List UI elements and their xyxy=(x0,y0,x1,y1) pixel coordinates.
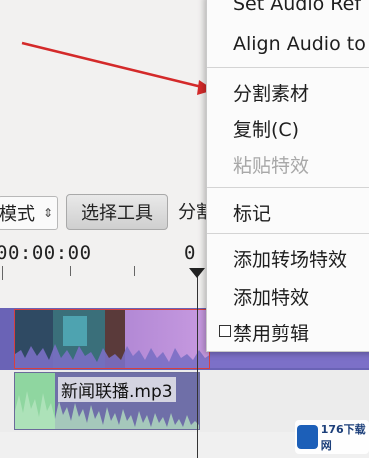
playhead-marker[interactable] xyxy=(189,268,205,278)
menu-separator xyxy=(207,187,369,188)
ruler-tick xyxy=(134,266,135,276)
menu-item-set-audio-ref[interactable]: Set Audio Ref xyxy=(233,0,361,15)
mode-select-value: 模式 xyxy=(0,204,35,225)
ruler-timecode-start: 00:00:00 xyxy=(0,242,92,264)
menu-separator xyxy=(207,233,369,234)
context-menu: Set Audio Ref Align Audio to 分割素材 复制(C) … xyxy=(206,0,369,352)
watermark-logo-icon xyxy=(297,425,318,449)
chevron-updown-icon: ⇕ xyxy=(42,206,53,220)
menu-item-add-effect[interactable]: 添加特效 xyxy=(233,283,309,310)
menu-separator xyxy=(207,67,369,68)
menu-item-disable-edit[interactable]: 禁用剪辑 xyxy=(233,319,309,346)
watermark: 176下载网 xyxy=(295,420,369,454)
select-tool-button[interactable]: 选择工具 xyxy=(66,194,168,230)
ruler-tick xyxy=(2,266,3,280)
ruler-timecode-next: 0 xyxy=(184,242,196,264)
audio-clip-label: 新闻联播.mp3 xyxy=(58,377,176,402)
watermark-text: 176下载网 xyxy=(320,423,366,452)
mode-select[interactable]: 模式 ⇕ xyxy=(0,196,58,230)
video-clip[interactable] xyxy=(14,309,210,369)
menu-item-paste-effects: 粘贴特效 xyxy=(233,155,310,177)
menu-item-align-audio[interactable]: Align Audio to xyxy=(233,33,366,55)
menu-item-split-clip[interactable]: 分割素材 xyxy=(233,79,309,106)
playhead-line[interactable] xyxy=(197,268,198,458)
video-clip-thumbnails xyxy=(15,310,209,368)
ruler-tick xyxy=(70,266,71,276)
menu-item-copy[interactable]: 复制(C) xyxy=(233,115,299,142)
menu-item-disable-edit-checkbox[interactable] xyxy=(219,325,231,337)
menu-item-marker[interactable]: 标记 xyxy=(233,199,271,226)
menu-item-add-transition[interactable]: 添加转场特效 xyxy=(233,245,347,272)
